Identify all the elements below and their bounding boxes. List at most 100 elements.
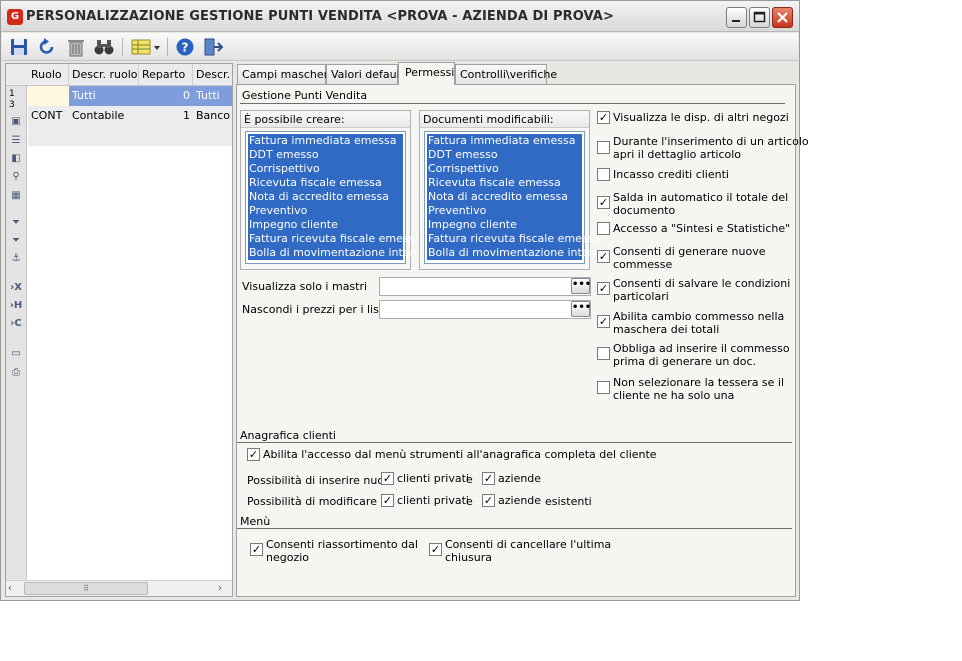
checkbox-sintesi-statistiche[interactable]	[597, 222, 610, 235]
find-button[interactable]	[93, 36, 115, 58]
list-item[interactable]: Fattura ricevuta fiscale emessa	[248, 232, 421, 246]
tab-campi-maschera[interactable]: Campi maschera	[237, 64, 335, 84]
checkbox-obbliga-commesso[interactable]	[597, 347, 610, 360]
list-item[interactable]: Nota di accredito emessa	[427, 190, 582, 204]
ellipsis-button[interactable]: •••	[571, 278, 591, 294]
export-c-icon[interactable]: ›C	[9, 318, 23, 330]
grid-cell-reparto[interactable]: 0	[139, 86, 193, 106]
checkbox-generare-commesse[interactable]: ✓	[597, 250, 610, 263]
column-header-ruolo[interactable]: Ruolo	[28, 64, 69, 85]
grid-calc-icon[interactable]: ▦	[9, 190, 23, 202]
maximize-button[interactable]	[749, 7, 770, 28]
list-item[interactable]: Ricevuta fiscale emessa	[427, 176, 582, 190]
list-item[interactable]: Corrispettivo	[427, 162, 582, 176]
list-item[interactable]: Preventivo	[427, 204, 582, 218]
minimize-button[interactable]	[726, 7, 747, 28]
nascondi-prezzi-label: Nascondi i prezzi per i listini	[242, 303, 397, 316]
scroll-right-icon[interactable]: ›	[218, 583, 230, 595]
anchor-icon[interactable]: ⚓	[9, 253, 23, 265]
group-title: Documenti modificabili:	[420, 111, 589, 128]
horizontal-scrollbar[interactable]: ‹ ⠿ ›	[6, 580, 232, 596]
grid-cell-descr-ruolo[interactable]: Tutti	[69, 86, 139, 106]
checkbox-salvare-condizioni[interactable]: ✓	[597, 282, 610, 295]
list-item[interactable]: Corrispettivo	[248, 162, 403, 176]
tab-controlli-verifiche[interactable]: Controlli\verifiche	[455, 64, 557, 84]
grid-zoom-icon[interactable]: ⚲	[9, 171, 23, 183]
save-button[interactable]	[8, 36, 30, 58]
grid-record-icon[interactable]: ▣	[9, 116, 23, 128]
scroll-left-icon[interactable]: ‹	[8, 583, 22, 595]
visualizza-mastri-field[interactable]: •••	[379, 277, 591, 296]
checkbox-label: Obbliga ad inserire il commesso	[613, 342, 790, 355]
group-possibile-creare: È possibile creare: Fattura immediata em…	[240, 110, 428, 270]
grid-list-icon[interactable]: ☰	[9, 135, 23, 147]
help-icon: ?	[176, 38, 194, 56]
checkbox-cambio-commesso[interactable]: ✓	[597, 315, 610, 328]
checkbox-salda-automatico[interactable]: ✓	[597, 196, 610, 209]
list-item[interactable]: Bolla di movimentazione interna	[427, 246, 607, 260]
maximize-icon	[753, 11, 766, 23]
list-item[interactable]: Fattura immediata emessa	[248, 134, 403, 148]
delete-button[interactable]	[65, 36, 87, 58]
list-item[interactable]: Impegno cliente	[427, 218, 582, 232]
close-button[interactable]	[772, 7, 793, 28]
filter-icon[interactable]: ⏷	[9, 217, 23, 229]
checkbox-label: maschera dei totali	[613, 323, 720, 336]
grid-cell-descr[interactable]: Banco F	[193, 106, 232, 126]
print-icon[interactable]: ⎙	[9, 367, 23, 379]
grid-options-button[interactable]	[130, 36, 162, 58]
grid-cell-ruolo[interactable]	[28, 86, 69, 106]
list-item[interactable]: Preventivo	[248, 204, 403, 218]
list-item[interactable]: DDT emesso	[248, 148, 403, 162]
monitor-icon[interactable]: ▭	[9, 348, 23, 360]
exit-button[interactable]	[202, 36, 224, 58]
checkbox-label: Non selezionare la tessera se il	[613, 376, 785, 389]
title-bar[interactable]: G PERSONALIZZAZIONE GESTIONE PUNTI VENDI…	[1, 1, 799, 32]
checkbox-label: Salda in automatico il totale del	[613, 191, 789, 204]
grid-cell-ruolo[interactable]: CONT	[28, 106, 69, 126]
tab-valori-default[interactable]: Valori default	[326, 64, 404, 84]
checkbox-inserire-aziende[interactable]: ✓	[482, 472, 495, 485]
list-item[interactable]: DDT emesso	[427, 148, 582, 162]
checkbox-inserire-privati[interactable]: ✓	[381, 472, 394, 485]
listbox-possibile-creare[interactable]: Fattura immediata emessa DDT emesso Corr…	[245, 131, 428, 264]
grid-cell-descr-ruolo[interactable]: Contabile	[69, 106, 139, 126]
list-item[interactable]: Nota di accredito emessa	[248, 190, 403, 204]
ellipsis-button[interactable]: •••	[571, 301, 591, 317]
list-item[interactable]: Impegno cliente	[248, 218, 403, 232]
list-item[interactable]: Fattura immediata emessa	[427, 134, 582, 148]
undo-button[interactable]	[36, 36, 58, 58]
tab-permessi[interactable]: Permessi	[398, 62, 455, 85]
checkbox-dettaglio-articolo[interactable]	[597, 141, 610, 154]
checkbox-abilita-accesso[interactable]: ✓	[247, 448, 260, 461]
svg-text:?: ?	[182, 41, 189, 55]
checkbox-tessera[interactable]	[597, 381, 610, 394]
checkbox-visualizza-disp[interactable]: ✓	[597, 111, 610, 124]
checkbox-label: particolari	[613, 290, 669, 303]
checkbox-modificare-privati[interactable]: ✓	[381, 494, 394, 507]
column-header-reparto[interactable]: Reparto	[139, 64, 193, 85]
modificare-label: Possibilità di modificare	[247, 495, 377, 508]
grid-insert-icon[interactable]: ◧	[9, 153, 23, 165]
column-header-descr[interactable]: Descr.	[193, 64, 232, 85]
column-header-descr-ruolo[interactable]: Descr. ruolo	[69, 64, 139, 85]
checkbox-riassortimento[interactable]: ✓	[250, 543, 263, 556]
export-x-icon[interactable]: ›X	[9, 282, 23, 294]
listbox-documenti-modificabili[interactable]: Fattura immediata emessa DDT emesso Corr…	[424, 131, 607, 264]
section-title-gestione: Gestione Punti Vendita	[242, 89, 368, 102]
list-item[interactable]: Bolla di movimentazione interna	[248, 246, 428, 260]
scroll-thumb[interactable]: ⠿	[24, 582, 148, 595]
list-item[interactable]: Fattura ricevuta fiscale emessa	[427, 232, 600, 246]
minimize-icon	[732, 20, 740, 22]
export-h-icon[interactable]: ›H	[9, 300, 23, 312]
grid-options-icon	[131, 39, 160, 55]
help-button[interactable]: ?	[174, 36, 196, 58]
filter-remove-icon[interactable]: ⏷	[9, 235, 23, 247]
grid-cell-descr[interactable]: Tutti	[193, 86, 232, 106]
list-item[interactable]: Ricevuta fiscale emessa	[248, 176, 403, 190]
grid-cell-reparto[interactable]: 1	[139, 106, 193, 126]
nascondi-prezzi-field[interactable]: •••	[379, 300, 591, 319]
checkbox-cancellare-chiusura[interactable]: ✓	[429, 543, 442, 556]
checkbox-incasso-crediti[interactable]	[597, 168, 610, 181]
checkbox-modificare-aziende[interactable]: ✓	[482, 494, 495, 507]
